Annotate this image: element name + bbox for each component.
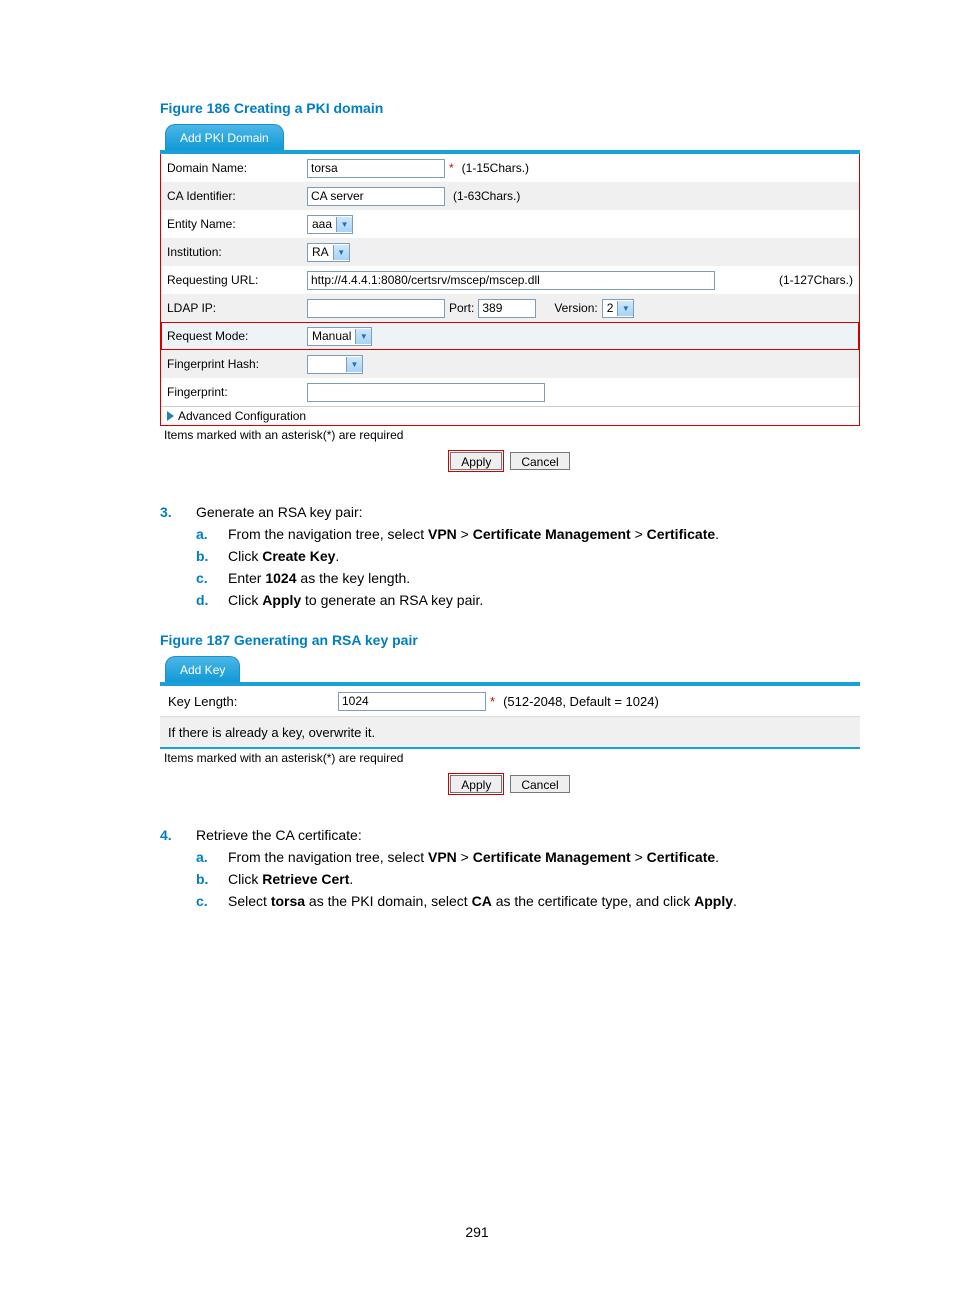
step-4-lead: Retrieve the CA certificate:: [196, 827, 854, 843]
chevron-down-icon: ▼: [617, 301, 633, 316]
request-mode-select[interactable]: Manual ▼: [307, 327, 372, 346]
figure-187-panel: Add Key Key Length: * (512-2048, Default…: [160, 656, 860, 797]
requesting-url-label: Requesting URL:: [167, 273, 307, 287]
cancel-button[interactable]: Cancel: [510, 775, 569, 793]
entity-name-label: Entity Name:: [167, 217, 307, 231]
domain-name-hint: (1-15Chars.): [462, 161, 529, 175]
advanced-configuration-toggle[interactable]: Advanced Configuration: [161, 406, 859, 425]
figure-186-panel: Add PKI Domain Domain Name: * (1-15Chars…: [160, 124, 860, 474]
required-mark: *: [490, 694, 495, 709]
fingerprint-label: Fingerprint:: [167, 385, 307, 399]
required-note: Items marked with an asterisk(*) are req…: [160, 749, 860, 771]
apply-button[interactable]: Apply: [450, 775, 502, 793]
request-mode-label: Request Mode:: [167, 329, 307, 343]
substep-letter: d.: [196, 592, 228, 608]
step-3a-text: From the navigation tree, select VPN > C…: [228, 526, 719, 542]
required-note: Items marked with an asterisk(*) are req…: [160, 426, 860, 448]
page-number: 291: [0, 1224, 954, 1240]
entity-name-select[interactable]: aaa ▼: [307, 215, 353, 234]
ldap-ip-label: LDAP IP:: [167, 301, 307, 315]
step-3b-text: Click Create Key.: [228, 548, 339, 564]
institution-select[interactable]: RA ▼: [307, 243, 350, 262]
ldap-ip-input[interactable]: [307, 299, 445, 318]
chevron-down-icon: ▼: [336, 217, 352, 232]
overwrite-note: If there is already a key, overwrite it.: [168, 725, 375, 740]
requesting-url-input[interactable]: [307, 271, 715, 290]
port-label: Port:: [449, 301, 474, 315]
version-label: Version:: [554, 301, 597, 315]
substep-letter: c.: [196, 893, 228, 909]
ca-identifier-input[interactable]: [307, 187, 445, 206]
step-number: 3.: [160, 504, 196, 614]
fingerprint-input[interactable]: [307, 383, 545, 402]
key-length-label: Key Length:: [168, 694, 338, 709]
step-4b-text: Click Retrieve Cert.: [228, 871, 353, 887]
step-4c-text: Select torsa as the PKI domain, select C…: [228, 893, 737, 909]
institution-label: Institution:: [167, 245, 307, 259]
ca-identifier-hint: (1-63Chars.): [453, 189, 520, 203]
chevron-down-icon: ▼: [346, 357, 362, 372]
domain-name-label: Domain Name:: [167, 161, 307, 175]
ldap-port-input[interactable]: [478, 299, 536, 318]
ldap-version-select[interactable]: 2 ▼: [602, 299, 635, 318]
substep-letter: b.: [196, 548, 228, 564]
step-number: 4.: [160, 827, 196, 915]
step-4a-text: From the navigation tree, select VPN > C…: [228, 849, 719, 865]
domain-name-input[interactable]: [307, 159, 445, 178]
apply-button[interactable]: Apply: [450, 452, 502, 470]
fingerprint-hash-label: Fingerprint Hash:: [167, 357, 307, 371]
substep-letter: c.: [196, 570, 228, 586]
key-length-hint: (512-2048, Default = 1024): [503, 694, 659, 709]
key-length-input[interactable]: [338, 692, 486, 711]
triangle-right-icon: [167, 411, 174, 421]
substep-letter: b.: [196, 871, 228, 887]
figure-186-caption: Figure 186 Creating a PKI domain: [160, 100, 854, 116]
step-3d-text: Click Apply to generate an RSA key pair.: [228, 592, 483, 608]
cancel-button[interactable]: Cancel: [510, 452, 569, 470]
add-key-tab[interactable]: Add Key: [165, 656, 240, 682]
step-3c-text: Enter 1024 as the key length.: [228, 570, 410, 586]
step-3-lead: Generate an RSA key pair:: [196, 504, 854, 520]
ca-identifier-label: CA Identifier:: [167, 189, 307, 203]
fingerprint-hash-select[interactable]: ▼: [307, 355, 363, 374]
add-pki-domain-tab[interactable]: Add PKI Domain: [165, 124, 284, 150]
substep-letter: a.: [196, 849, 228, 865]
figure-187-caption: Figure 187 Generating an RSA key pair: [160, 632, 854, 648]
requesting-url-hint: (1-127Chars.): [779, 273, 853, 287]
required-mark: *: [449, 161, 454, 175]
chevron-down-icon: ▼: [355, 329, 371, 344]
chevron-down-icon: ▼: [333, 245, 349, 260]
substep-letter: a.: [196, 526, 228, 542]
